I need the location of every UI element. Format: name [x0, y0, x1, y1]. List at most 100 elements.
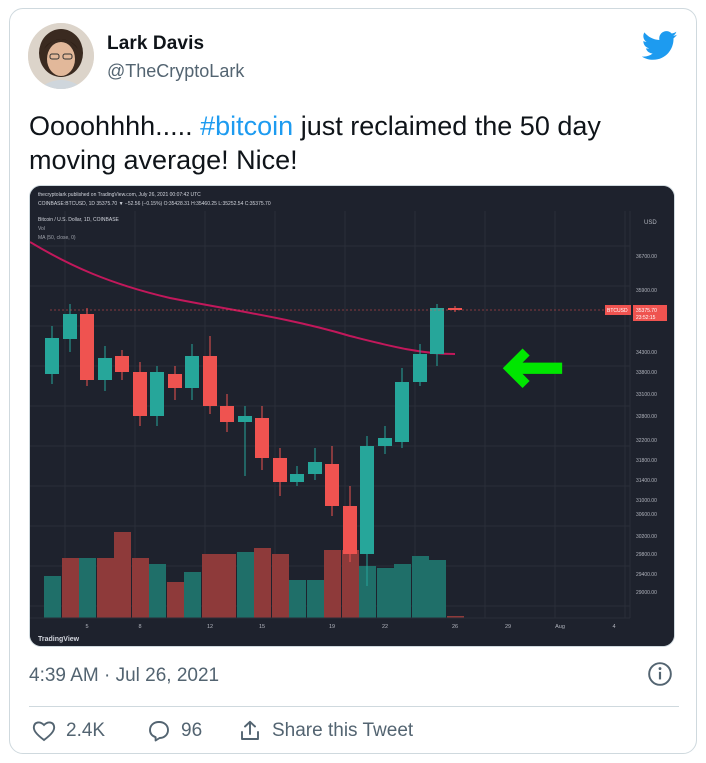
- author-name[interactable]: Lark Davis: [107, 33, 204, 55]
- share-label: Share this Tweet: [272, 720, 414, 741]
- chart-image[interactable]: thecryptolark published on TradingView.c…: [29, 185, 675, 647]
- y-tick-label: 32800.00: [636, 414, 657, 420]
- candle-body: [430, 308, 444, 354]
- candle-body: [185, 356, 199, 388]
- y-tick-label: 31000.00: [636, 498, 657, 504]
- candle-body: [63, 314, 77, 339]
- candle-body: [308, 462, 322, 474]
- divider: [29, 706, 679, 707]
- x-tick-label: 4: [612, 624, 615, 630]
- candle-body: [290, 474, 304, 482]
- volume-bar: [44, 576, 61, 618]
- chart-legend-vol: Vol: [38, 226, 45, 232]
- candle-body: [98, 358, 112, 380]
- info-icon[interactable]: [647, 661, 673, 687]
- volume-bar: [202, 554, 219, 618]
- candle-body: [413, 354, 427, 382]
- tweet-timestamp[interactable]: 4:39 AM · Jul 26, 2021: [29, 665, 219, 687]
- volume-bar: [149, 564, 166, 618]
- candle-body: [255, 418, 269, 458]
- candle-body: [325, 464, 339, 506]
- candle-body: [343, 506, 357, 554]
- y-tick-label: 32200.00: [636, 438, 657, 444]
- volume-bar: [394, 564, 411, 618]
- x-tick-label: Aug: [555, 624, 565, 630]
- tweet-text: Oooohhhh..... #bitcoin just reclaimed th…: [29, 109, 669, 177]
- candle-body: [378, 438, 392, 446]
- reply-button[interactable]: 96: [147, 717, 202, 745]
- y-tick-label: 31800.00: [636, 458, 657, 464]
- volume-bar: [377, 568, 394, 618]
- tradingview-chart: thecryptolark published on TradingView.c…: [30, 186, 674, 646]
- volume-bar: [237, 552, 254, 618]
- like-button[interactable]: 2.4K: [32, 717, 105, 745]
- price-tag-value: 35375.70: [636, 308, 657, 314]
- candle-body: [168, 374, 182, 388]
- candle-body: [80, 314, 94, 380]
- x-tick-label: 5: [85, 624, 88, 630]
- price-tag-symbol: BTCUSD: [607, 308, 628, 314]
- volume-bar: [62, 558, 79, 618]
- chart-header-publish: thecryptolark published on TradingView.c…: [38, 192, 201, 198]
- volume-bar: [254, 548, 271, 618]
- y-tick-label: 33800.00: [636, 370, 657, 376]
- candle-body: [115, 356, 129, 372]
- volume-bar: [429, 560, 446, 618]
- candle-body: [45, 338, 59, 374]
- volume-bar: [167, 582, 184, 618]
- avatar-image: [28, 23, 94, 89]
- y-tick-label: 34300.00: [636, 350, 657, 356]
- currency-label: USD: [644, 220, 657, 226]
- share-button[interactable]: Share this Tweet: [238, 717, 413, 745]
- candle-body: [203, 356, 217, 406]
- y-tick-label: 30600.00: [636, 512, 657, 518]
- candle-body: [238, 416, 252, 422]
- x-tick-label: 26: [452, 624, 458, 630]
- tweet-card: Lark Davis @TheCryptoLark Oooohhhh..... …: [9, 8, 697, 754]
- volume-bar: [97, 558, 114, 618]
- y-tick-label: 29000.00: [636, 590, 657, 596]
- candle-body: [395, 382, 409, 442]
- heart-icon: [32, 721, 56, 742]
- volume-bar: [132, 558, 149, 618]
- volume-bar: [289, 580, 306, 618]
- y-tick-label: 35900.00: [636, 288, 657, 294]
- x-tick-label: 8: [138, 624, 141, 630]
- chart-legend-symbol: Bitcoin / U.S. Dollar, 1D, COINBASE: [38, 217, 120, 223]
- like-count: 2.4K: [66, 720, 106, 741]
- reply-bubble-icon: [149, 721, 169, 742]
- volume-bar: [324, 550, 341, 618]
- candle-body: [273, 458, 287, 482]
- price-tag-time: 23:52:15: [636, 315, 656, 321]
- volume-bar: [219, 554, 236, 618]
- y-tick-label: 29400.00: [636, 572, 657, 578]
- chart-legend-ma: MA (50, close, 0): [38, 235, 76, 241]
- author-handle[interactable]: @TheCryptoLark: [107, 61, 244, 82]
- x-tick-label: 12: [207, 624, 213, 630]
- share-icon: [241, 720, 259, 740]
- y-tick-label: 30200.00: [636, 534, 657, 540]
- candle-body: [220, 406, 234, 422]
- volume-bar: [79, 558, 96, 618]
- volume-bar: [272, 554, 289, 618]
- tweet-text-prefix: Oooohhhh.....: [29, 111, 201, 141]
- y-tick-label: 33100.00: [636, 392, 657, 398]
- reply-count: 96: [181, 720, 203, 741]
- volume-bar: [184, 572, 201, 618]
- twitter-bird-icon[interactable]: [642, 31, 678, 61]
- volume-bar: [307, 580, 324, 618]
- x-tick-label: 19: [329, 624, 335, 630]
- tradingview-watermark: TradingView: [38, 636, 80, 643]
- avatar[interactable]: [28, 23, 94, 89]
- volume-bar: [114, 532, 131, 618]
- x-tick-label: 29: [505, 624, 511, 630]
- y-tick-label: 31400.00: [636, 478, 657, 484]
- candle-body: [150, 372, 164, 416]
- volume-bar: [412, 556, 429, 618]
- y-tick-label: 29800.00: [636, 552, 657, 558]
- candle-body: [360, 446, 374, 554]
- hashtag-link[interactable]: #bitcoin: [200, 111, 293, 141]
- candle-body: [133, 372, 147, 416]
- x-tick-label: 22: [382, 624, 388, 630]
- y-tick-label: 36700.00: [636, 254, 657, 260]
